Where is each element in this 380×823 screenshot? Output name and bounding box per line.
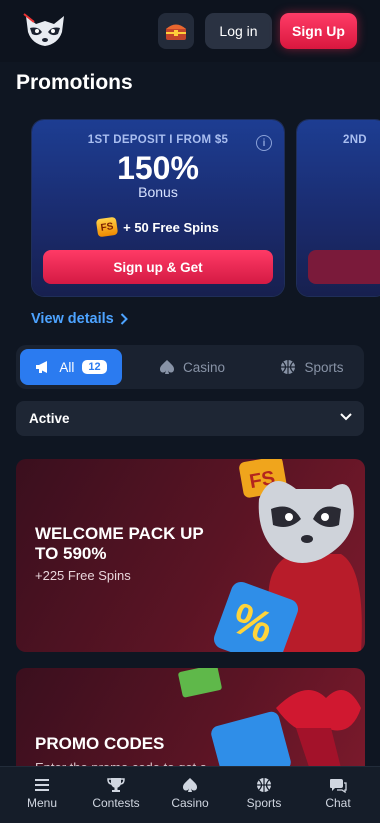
status-dropdown-value: Active (29, 411, 70, 426)
bonus-eyebrow: 2ND (343, 134, 367, 146)
tab-all[interactable]: All 12 (20, 349, 122, 385)
chevron-right-icon (120, 313, 128, 325)
chevron-down-icon (340, 413, 352, 421)
nav-sports-label: Sports (246, 796, 282, 810)
nav-sports[interactable]: Sports (234, 777, 294, 810)
signup-and-get-button[interactable]: Sign up & Get (43, 250, 273, 284)
free-spins-row: FS + 50 Free Spins (32, 216, 284, 238)
promo-title: WELCOME PACK UP TO 590% (35, 524, 204, 563)
status-dropdown[interactable]: Active (16, 401, 364, 436)
tab-all-label: All (59, 359, 75, 375)
top-header: Log in Sign Up (0, 0, 380, 62)
trophy-icon (107, 778, 125, 792)
basketball-icon (257, 778, 271, 792)
category-filter: All 12 Casino Sports (16, 345, 364, 389)
bonus-value: 150% (117, 150, 199, 186)
tab-casino-label: Casino (182, 359, 226, 375)
bonus-eyebrow: 1ST DEPOSIT I FROM $5 (87, 134, 229, 146)
second-deposit-bonus-card[interactable]: 2ND (297, 120, 380, 296)
login-button[interactable]: Log in (205, 13, 272, 49)
nav-contests-label: Contests (92, 796, 140, 810)
chat-icon (330, 779, 347, 793)
nav-contests[interactable]: Contests (86, 777, 146, 810)
free-spins-icon: FS (95, 216, 119, 238)
bottom-navigation: Menu Contests Casino Sports Chat (0, 766, 380, 823)
view-details-link[interactable]: View details (31, 311, 128, 327)
bonus-label: Bonus (138, 184, 178, 200)
menu-icon (35, 779, 49, 791)
raccoon-mascot-illustration: FS % (213, 459, 362, 652)
nav-casino[interactable]: Casino (160, 777, 220, 810)
nav-casino-label: Casino (171, 796, 209, 810)
page-title: Promotions (16, 71, 133, 94)
nav-chat-label: Chat (325, 796, 351, 810)
nav-chat[interactable]: Chat (308, 777, 368, 810)
tab-sports-label: Sports (304, 359, 344, 375)
tab-casino[interactable]: Casino (142, 349, 242, 385)
info-icon[interactable]: i (256, 135, 272, 151)
deposit-bonus-card[interactable]: 1ST DEPOSIT I FROM $5 i 150% Bonus FS + … (32, 120, 284, 296)
spade-icon (182, 778, 198, 792)
promo-count-badge: 12 (82, 360, 107, 374)
raccoon-logo-icon[interactable] (20, 10, 70, 50)
free-spins-text: + 50 Free Spins (123, 219, 219, 235)
megaphone-icon (36, 361, 48, 373)
basketball-icon (281, 360, 296, 374)
view-details-label: View details (31, 311, 114, 327)
bonus-cta-button[interactable] (308, 250, 380, 284)
treasure-chest-button[interactable] (158, 13, 194, 49)
spade-icon (159, 360, 175, 374)
nav-menu-label: Menu (26, 796, 58, 810)
promo-subtitle: +225 Free Spins (35, 568, 131, 583)
treasure-chest-icon (166, 24, 186, 40)
tab-sports[interactable]: Sports (262, 349, 362, 385)
signup-button[interactable]: Sign Up (280, 13, 357, 49)
welcome-pack-promo-card[interactable]: WELCOME PACK UP TO 590% +225 Free Spins … (16, 459, 365, 652)
nav-menu[interactable]: Menu (12, 777, 72, 810)
